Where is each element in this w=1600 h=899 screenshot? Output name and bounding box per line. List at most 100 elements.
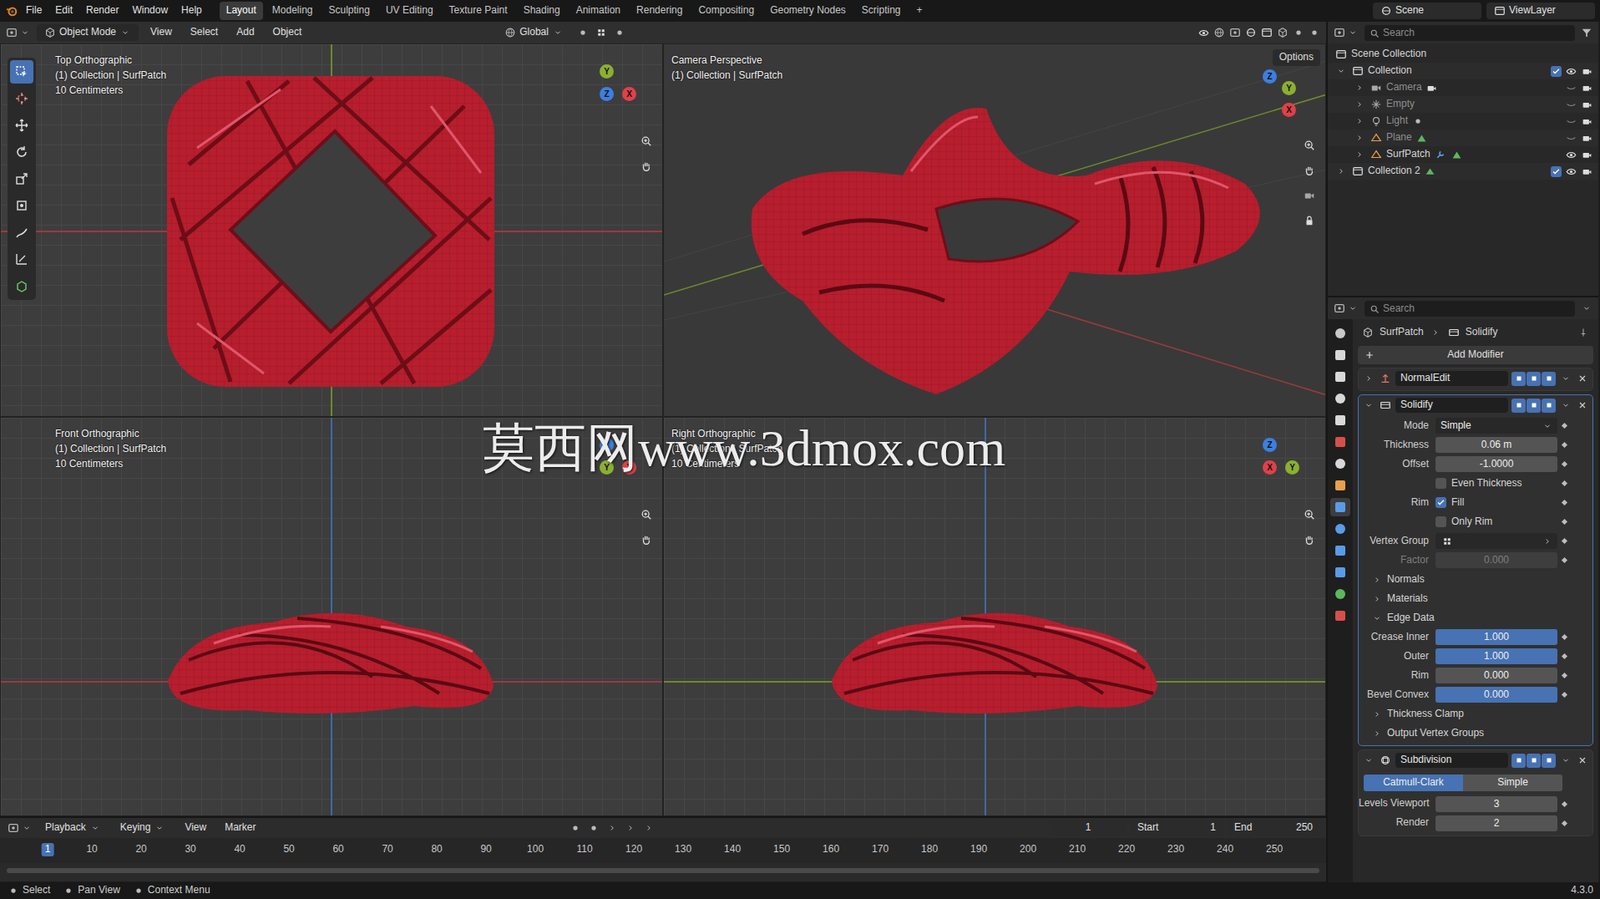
field-field[interactable]: 0.000	[1435, 551, 1558, 568]
properties-tab[interactable]	[1330, 562, 1351, 582]
navigation-gizmo[interactable]: ZYX	[1240, 69, 1301, 130]
render-visibility-icon[interactable]	[1579, 131, 1594, 145]
menu-item[interactable]: Render	[80, 1, 125, 21]
gizmo-axis[interactable]: X	[622, 86, 637, 102]
zoom-icon[interactable]	[1302, 507, 1317, 522]
slider-field[interactable]: 0.000	[1435, 667, 1558, 684]
filter-icon[interactable]	[1579, 25, 1594, 40]
viewport-menu[interactable]: Object	[266, 24, 309, 41]
modifier-panel[interactable]: SolidifyModeSimpleThickness0.06 mOffset-…	[1357, 394, 1594, 746]
tool-button[interactable]	[10, 220, 34, 244]
zoom-icon[interactable]	[639, 507, 654, 522]
toggle-button[interactable]	[1526, 753, 1541, 768]
modifier-name[interactable]: Solidify	[1395, 397, 1509, 413]
workspace-tab[interactable]: Layout	[219, 1, 264, 21]
frame-tick[interactable]: 220	[1114, 842, 1139, 856]
keyframe-button[interactable]	[1557, 538, 1571, 543]
outliner-row[interactable]: SurfPatch	[1327, 146, 1599, 163]
viewport-menu[interactable]: Select	[183, 24, 225, 41]
properties-tab[interactable]	[1330, 389, 1351, 408]
frame-tick[interactable]: 20	[131, 842, 150, 856]
navigation-gizmo[interactable]: ZXY	[1240, 437, 1301, 498]
workspace-tab[interactable]: Scripting	[855, 1, 908, 21]
visibility-icon[interactable]	[1564, 81, 1578, 95]
toggle-button[interactable]	[1511, 398, 1526, 413]
modifier-name[interactable]: NormalEdit	[1395, 370, 1509, 386]
slider-field[interactable]: 1.000	[1435, 648, 1558, 664]
frame-tick[interactable]: 180	[917, 842, 942, 856]
workspace-tab[interactable]: Animation	[569, 1, 628, 21]
expand-icon[interactable]	[1352, 114, 1367, 128]
mode-dropdown[interactable]: Object Mode	[36, 24, 139, 41]
modifier-menu-icon[interactable]	[1559, 371, 1573, 385]
surf-patch-model[interactable]	[163, 601, 498, 719]
collection-checkbox[interactable]	[1550, 166, 1562, 178]
frame-tick[interactable]: 160	[819, 842, 843, 856]
workspace-tab[interactable]: Sculpting	[322, 1, 377, 21]
workspace-tab[interactable]: Shading	[516, 1, 568, 21]
visibility-icon[interactable]	[1564, 131, 1578, 145]
header-tool-icon[interactable]	[612, 25, 627, 40]
frame-tick[interactable]: 1	[41, 842, 55, 856]
gizmo-axis[interactable]: X	[1262, 460, 1277, 475]
toggle-button[interactable]	[1511, 371, 1526, 386]
viewport[interactable]: Front Orthographic(1) Collection | SurfP…	[0, 416, 664, 816]
workspace-tab[interactable]: Modeling	[265, 1, 320, 21]
subpanel-header[interactable]: Output Vertex Groups	[1358, 724, 1484, 742]
frame-tick[interactable]: 170	[868, 842, 892, 856]
keyframe-button[interactable]	[1557, 820, 1571, 826]
keyframe-button[interactable]	[1557, 557, 1571, 563]
outliner-search[interactable]	[1364, 25, 1575, 41]
shading-icon[interactable]	[1228, 25, 1242, 40]
gizmo-axis[interactable]: Z	[599, 437, 614, 452]
properties-tab[interactable]	[1330, 497, 1351, 517]
properties-tab[interactable]	[1330, 410, 1351, 430]
visibility-icon[interactable]	[1564, 164, 1578, 178]
render-visibility-icon[interactable]	[1579, 147, 1594, 162]
properties-tab[interactable]	[1330, 367, 1351, 386]
field-field[interactable]: -1.0000	[1435, 455, 1558, 472]
slider-field[interactable]: 0.000	[1435, 686, 1558, 703]
visibility-icon[interactable]	[1564, 147, 1578, 162]
expand-icon[interactable]	[1362, 753, 1376, 767]
tool-button[interactable]	[10, 60, 34, 84]
frame-tick[interactable]: 120	[622, 842, 646, 856]
frame-tick[interactable]: 200	[1016, 842, 1040, 856]
frame-tick[interactable]: 90	[476, 842, 495, 856]
subpanel-header[interactable]: Materials	[1358, 590, 1428, 608]
expand-icon[interactable]	[1352, 131, 1367, 145]
visibility-icon[interactable]	[1564, 114, 1578, 128]
select-field[interactable]: Simple	[1435, 417, 1558, 434]
outliner-row[interactable]: Light	[1327, 112, 1599, 130]
viewport-menu[interactable]: Add	[229, 24, 261, 41]
orientation-dropdown[interactable]: Global	[496, 24, 572, 41]
gizmo-axis[interactable]: Z	[599, 86, 614, 102]
blender-logo-icon[interactable]	[5, 4, 19, 18]
checkbox-box[interactable]	[1435, 477, 1447, 489]
end-frame-field[interactable]: End250	[1227, 819, 1320, 836]
shading-icon[interactable]	[1275, 25, 1290, 40]
modifier-menu-icon[interactable]	[1559, 753, 1573, 767]
surf-patch-model[interactable]	[827, 601, 1162, 719]
outliner-row[interactable]: Plane	[1327, 129, 1599, 147]
gizmo-axis[interactable]: Z	[1262, 69, 1277, 84]
surf-patch-model[interactable]	[163, 72, 498, 390]
expand-icon[interactable]	[1352, 97, 1367, 112]
expand-icon[interactable]	[1362, 398, 1376, 412]
render-visibility-icon[interactable]	[1579, 114, 1594, 128]
frame-tick[interactable]: 210	[1065, 842, 1089, 856]
frame-tick[interactable]: 70	[378, 842, 396, 856]
hand-icon[interactable]	[1302, 163, 1317, 178]
render-visibility-icon[interactable]	[1579, 97, 1594, 112]
toggle-option[interactable]: Catmull-Clark	[1363, 774, 1464, 791]
tool-button[interactable]	[10, 273, 34, 298]
frame-tick[interactable]: 110	[573, 842, 597, 856]
pin-icon[interactable]	[1576, 325, 1590, 340]
frame-tick[interactable]: 250	[1262, 842, 1287, 856]
scene-field[interactable]: Scene	[1372, 2, 1482, 20]
modifier-panel[interactable]: SubdivisionCatmull-ClarkSimpleLevels Vie…	[1357, 749, 1594, 836]
options-icon[interactable]	[1579, 301, 1594, 315]
header-tool-icon[interactable]	[594, 25, 608, 40]
editor-type-button[interactable]	[5, 25, 32, 40]
menu-item[interactable]: Help	[175, 1, 208, 21]
